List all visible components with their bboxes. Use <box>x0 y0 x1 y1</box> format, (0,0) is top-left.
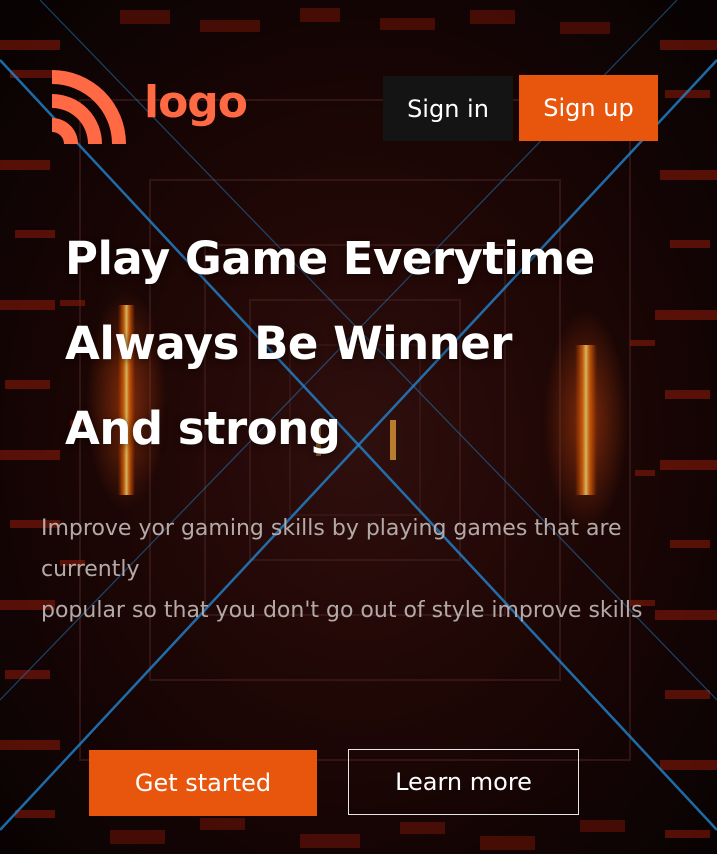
hero-description-line: currently <box>41 557 140 582</box>
logo[interactable]: logo <box>52 70 248 144</box>
hero-title: Play Game Everytime Always Be Winner And… <box>65 216 595 471</box>
sign-in-button[interactable]: Sign in <box>383 76 513 141</box>
learn-more-button[interactable]: Learn more <box>348 749 579 815</box>
hero-title-line: And strong <box>65 402 341 455</box>
hero-description-line: Improve yor gaming skills by playing gam… <box>41 516 622 541</box>
get-started-button[interactable]: Get started <box>89 750 317 816</box>
hero-title-line: Always Be Winner <box>65 317 512 370</box>
logo-text: logo <box>144 76 248 128</box>
hero-title-line: Play Game Everytime <box>65 232 595 285</box>
landing-page: logo Sign in Sign up Play Game Everytime… <box>0 0 717 854</box>
page-content: logo Sign in Sign up Play Game Everytime… <box>0 0 717 854</box>
rss-feed-icon <box>52 70 126 144</box>
hero-description-line: popular so that you don't go out of styl… <box>41 598 643 623</box>
sign-up-button[interactable]: Sign up <box>519 75 658 141</box>
hero-description: Improve yor gaming skills by playing gam… <box>41 508 711 631</box>
